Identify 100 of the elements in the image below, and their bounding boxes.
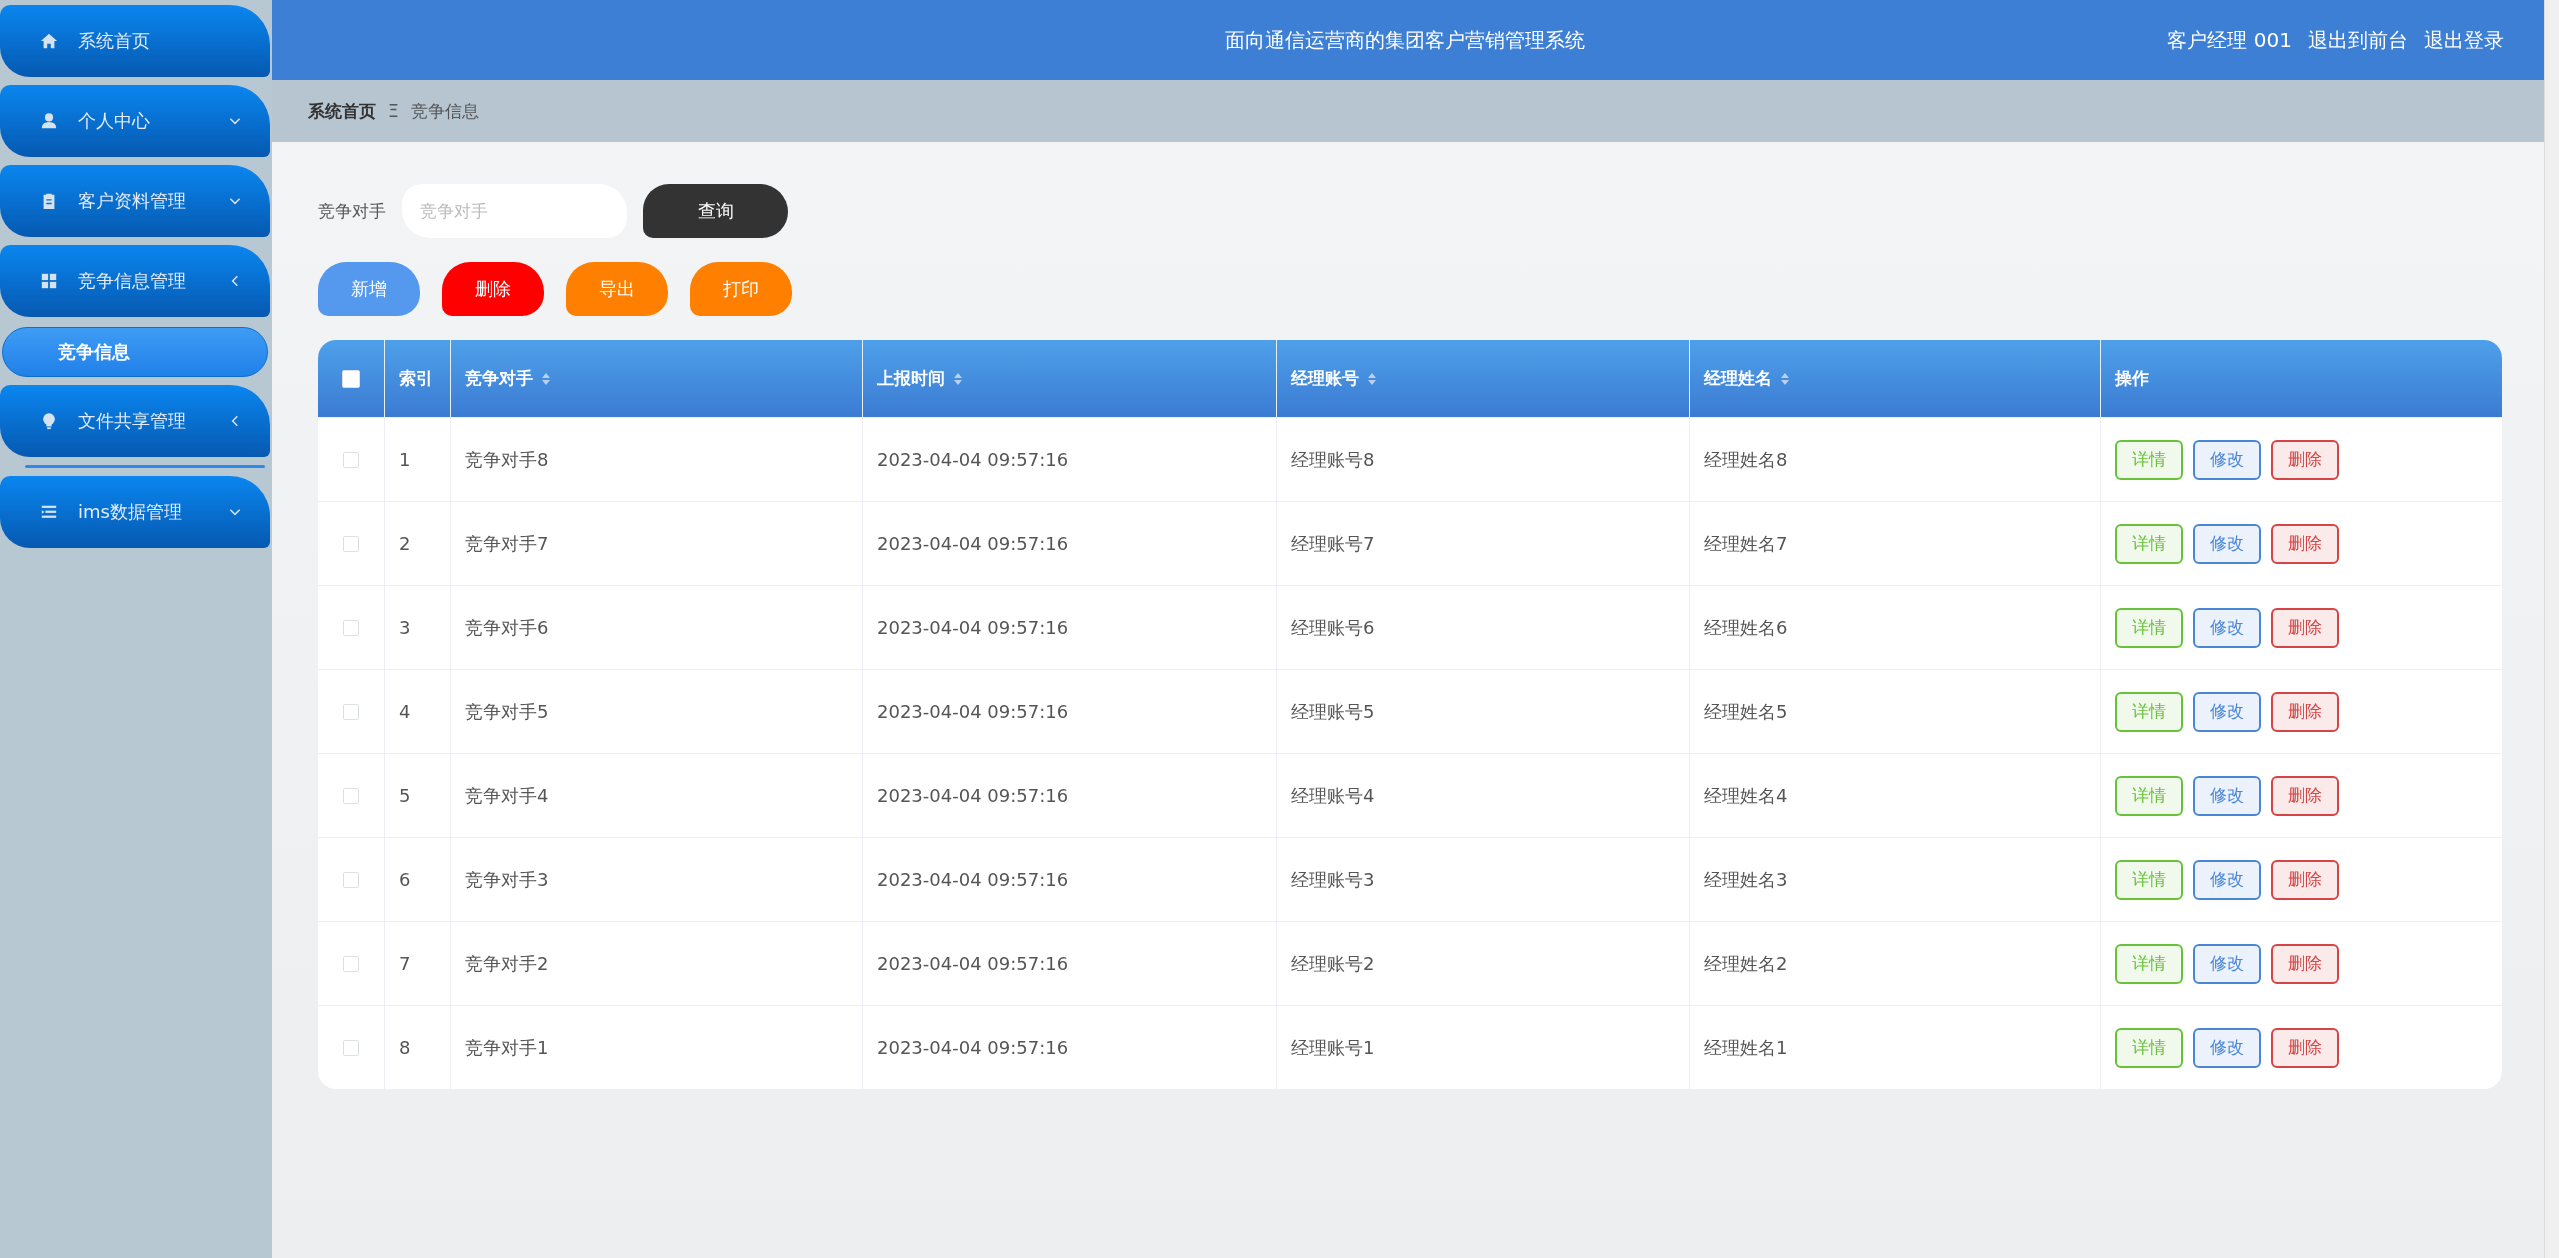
edit-button[interactable]: 修改 [2193, 943, 2261, 984]
row-checkbox[interactable] [343, 787, 359, 804]
sort-icon[interactable] [541, 371, 551, 386]
sidebar-menu-item[interactable]: 客户资料管理 [0, 165, 270, 237]
table-cell: 2023-04-04 09:57:16 [877, 785, 1069, 806]
action-button[interactable]: 新增 [318, 262, 420, 316]
table-cell: 2023-04-04 09:57:16 [877, 953, 1069, 974]
table-cell: 2023-04-04 09:57:16 [877, 449, 1069, 470]
home-icon [40, 32, 58, 50]
row-checkbox[interactable] [343, 871, 359, 888]
table-cell: 2023-04-04 09:57:16 [877, 1037, 1069, 1058]
column-header: 操作 [2115, 367, 2149, 390]
table-cell: 经理姓名1 [1704, 1035, 1788, 1060]
sidebar-menu-item[interactable]: 文件共享管理 [0, 385, 270, 457]
submenu-item[interactable]: 竞争信息 [2, 327, 268, 377]
list-icon [40, 503, 58, 521]
menu-label: 客户资料管理 [78, 189, 187, 213]
detail-button[interactable]: 详情 [2115, 859, 2183, 900]
table-cell: 竞争对手7 [465, 531, 549, 556]
edit-button[interactable]: 修改 [2193, 1027, 2261, 1068]
delete-button[interactable]: 删除 [2271, 1027, 2339, 1068]
delete-button[interactable]: 删除 [2271, 859, 2339, 900]
table-cell: 2 [399, 533, 411, 554]
row-checkbox[interactable] [343, 1039, 359, 1056]
row-checkbox[interactable] [343, 703, 359, 720]
query-button[interactable]: 查询 [643, 184, 788, 238]
delete-button[interactable]: 删除 [2271, 439, 2339, 480]
detail-button[interactable]: 详情 [2115, 775, 2183, 816]
table-cell: 经理账号3 [1291, 867, 1375, 892]
table-cell: 经理账号8 [1291, 447, 1375, 472]
breadcrumb-item: 竞争信息 [410, 99, 479, 123]
delete-button[interactable]: 删除 [2271, 691, 2339, 732]
menu-label: 竞争信息管理 [78, 269, 187, 293]
system-title: 面向通信运营商的集团客户营销管理系统 [1225, 26, 1585, 54]
sidebar-menu-item[interactable]: 竞争信息管理 [0, 245, 270, 317]
action-button[interactable]: 删除 [442, 262, 544, 316]
table-cell: 竞争对手2 [465, 951, 549, 976]
column-header: 竞争对手 [465, 367, 533, 390]
table-cell: 竞争对手3 [465, 867, 549, 892]
column-header: 上报时间 [877, 367, 945, 390]
breadcrumb-item[interactable]: 系统首页 [308, 99, 376, 123]
detail-button[interactable]: 详情 [2115, 607, 2183, 648]
sidebar-menu-item[interactable]: 系统首页 [0, 5, 270, 77]
row-checkbox[interactable] [343, 955, 359, 972]
table-cell: 竞争对手1 [465, 1035, 549, 1060]
table-cell: 竞争对手6 [465, 615, 549, 640]
detail-button[interactable]: 详情 [2115, 943, 2183, 984]
table-cell: 竞争对手8 [465, 447, 549, 472]
sort-icon[interactable] [1367, 371, 1377, 386]
delete-button[interactable]: 删除 [2271, 943, 2339, 984]
detail-button[interactable]: 详情 [2115, 523, 2183, 564]
table-cell: 6 [399, 869, 411, 890]
edit-button[interactable]: 修改 [2193, 607, 2261, 648]
header-link[interactable]: 退出登录 [2424, 26, 2504, 54]
delete-button[interactable]: 删除 [2271, 775, 2339, 816]
edit-button[interactable]: 修改 [2193, 691, 2261, 732]
header-link[interactable]: 退出到前台 [2308, 26, 2408, 54]
edit-button[interactable]: 修改 [2193, 859, 2261, 900]
row-checkbox[interactable] [343, 535, 359, 552]
table-cell: 2023-04-04 09:57:16 [877, 533, 1069, 554]
table-cell: 经理姓名6 [1704, 615, 1788, 640]
edit-button[interactable]: 修改 [2193, 523, 2261, 564]
edit-button[interactable]: 修改 [2193, 775, 2261, 816]
detail-button[interactable]: 详情 [2115, 691, 2183, 732]
detail-button[interactable]: 详情 [2115, 1027, 2183, 1068]
column-header: 经理账号 [1291, 367, 1359, 390]
menu-label: ims数据管理 [78, 500, 183, 524]
sort-icon[interactable] [1780, 371, 1790, 386]
table-cell: 经理姓名5 [1704, 699, 1788, 724]
row-checkbox[interactable] [343, 451, 359, 468]
detail-button[interactable]: 详情 [2115, 439, 2183, 480]
delete-button[interactable]: 删除 [2271, 607, 2339, 648]
action-button[interactable]: 导出 [566, 262, 668, 316]
table-cell: 经理姓名7 [1704, 531, 1788, 556]
table-cell: 3 [399, 617, 411, 638]
action-button[interactable]: 打印 [690, 262, 792, 316]
table-cell: 经理姓名4 [1704, 783, 1788, 808]
search-field[interactable]: 竞争对手 [402, 184, 627, 238]
table-cell: 2023-04-04 09:57:16 [877, 617, 1069, 638]
sidebar-menu-item[interactable]: 个人中心 [0, 85, 270, 157]
scrollbar[interactable] [2544, 0, 2559, 1258]
row-checkbox[interactable] [343, 619, 359, 636]
table-cell: 经理姓名8 [1704, 447, 1788, 472]
search-label: 竞争对手 [318, 199, 386, 223]
table-cell: 经理姓名2 [1704, 951, 1788, 976]
table-cell: 经理账号4 [1291, 783, 1375, 808]
table-cell: 4 [399, 701, 411, 722]
delete-button[interactable]: 删除 [2271, 523, 2339, 564]
lightbulb-icon [40, 412, 58, 430]
table-cell: 经理姓名3 [1704, 867, 1788, 892]
table-cell: 经理账号5 [1291, 699, 1375, 724]
edit-button[interactable]: 修改 [2193, 439, 2261, 480]
menu-label: 系统首页 [78, 29, 151, 53]
sort-icon[interactable] [953, 371, 963, 386]
breadcrumb-separator: Ξ [388, 101, 399, 121]
select-all-checkbox[interactable] [342, 369, 360, 388]
table-cell: 5 [399, 785, 411, 806]
table-cell: 经理账号6 [1291, 615, 1375, 640]
sidebar-menu-item[interactable]: ims数据管理 [0, 476, 270, 548]
table-cell: 2023-04-04 09:57:16 [877, 869, 1069, 890]
